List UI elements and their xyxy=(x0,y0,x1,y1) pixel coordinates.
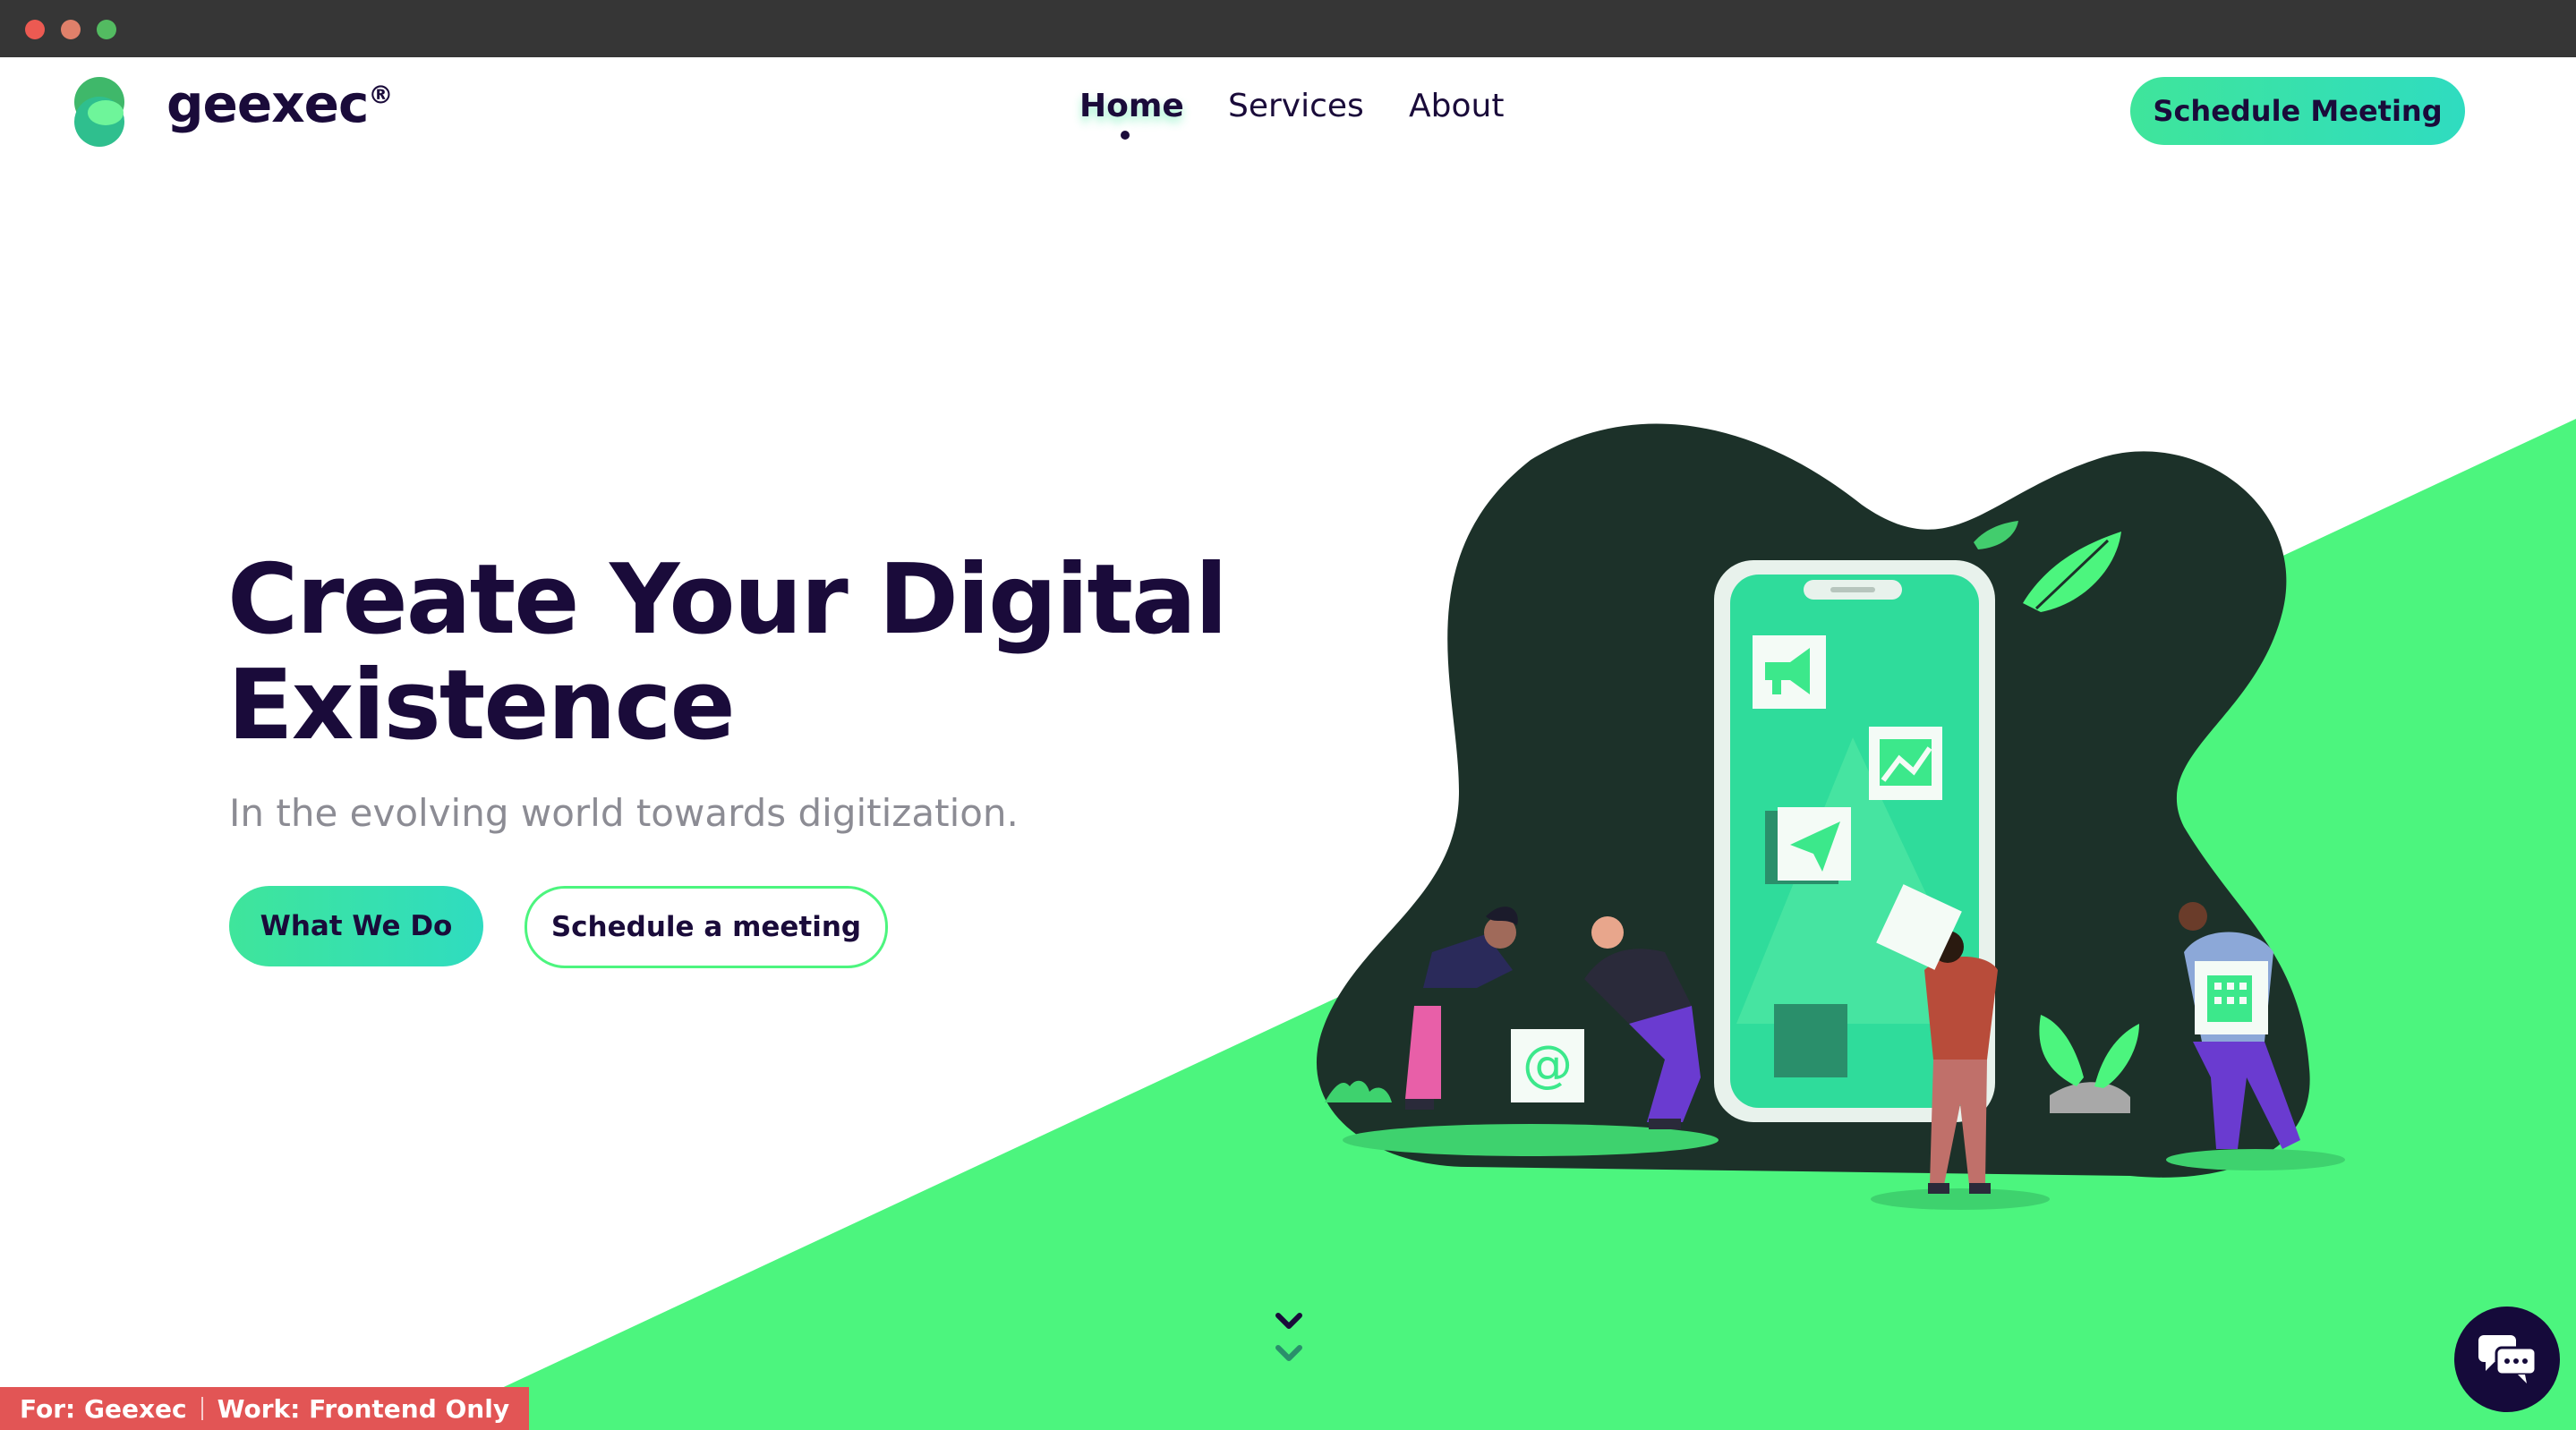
hero-title-line-1: Create Your Digital xyxy=(227,544,1228,656)
at-sign-icon: @ xyxy=(1511,1029,1584,1102)
window-minimize-button[interactable] xyxy=(61,20,81,39)
nav-about[interactable]: About xyxy=(1409,88,1504,124)
hero-title-line-2: Existence xyxy=(227,650,736,762)
nav-active-indicator xyxy=(1121,131,1130,140)
megaphone-icon xyxy=(1753,635,1826,709)
nav-home[interactable]: Home xyxy=(1079,88,1184,124)
chat-bubbles-icon xyxy=(2478,1335,2538,1383)
hero-illustration: @ xyxy=(1316,423,2345,1210)
window-maximize-button[interactable] xyxy=(97,20,116,39)
project-tag: For: Geexec Work: Frontend Only xyxy=(0,1387,530,1430)
landing-page: geexec® Home Services About Schedule Mee… xyxy=(0,57,2576,1430)
nav-services[interactable]: Services xyxy=(1228,88,1364,124)
project-tag-divider xyxy=(200,1397,203,1420)
what-we-do-button[interactable]: What We Do xyxy=(229,886,483,966)
brand-name[interactable]: geexec® xyxy=(166,73,393,134)
paper-plane-icon xyxy=(1765,807,1851,884)
schedule-meeting-button[interactable]: Schedule Meeting xyxy=(2130,77,2465,145)
registered-mark: ® xyxy=(368,80,393,110)
geexec-logo-icon[interactable] xyxy=(70,77,129,149)
project-tag-work: Work: Frontend Only xyxy=(217,1393,510,1424)
line-chart-icon xyxy=(1869,727,1942,800)
svg-text:@: @ xyxy=(1523,1035,1573,1094)
hero-subtitle: In the evolving world towards digitizati… xyxy=(229,791,1019,835)
brand-name-text: geexec xyxy=(166,73,369,134)
schedule-a-meeting-button[interactable]: Schedule a meeting xyxy=(525,886,888,968)
hero-title: Create Your Digital Existence xyxy=(227,548,1301,759)
chevron-down-icon[interactable] xyxy=(1275,1310,1303,1375)
empty-tile xyxy=(1774,1004,1847,1077)
browser-title-bar xyxy=(0,0,2576,57)
building-icon xyxy=(2195,961,2268,1034)
window-close-button[interactable] xyxy=(25,20,45,39)
chat-widget-button[interactable] xyxy=(2454,1307,2560,1412)
project-tag-for: For: Geexec xyxy=(20,1393,187,1424)
